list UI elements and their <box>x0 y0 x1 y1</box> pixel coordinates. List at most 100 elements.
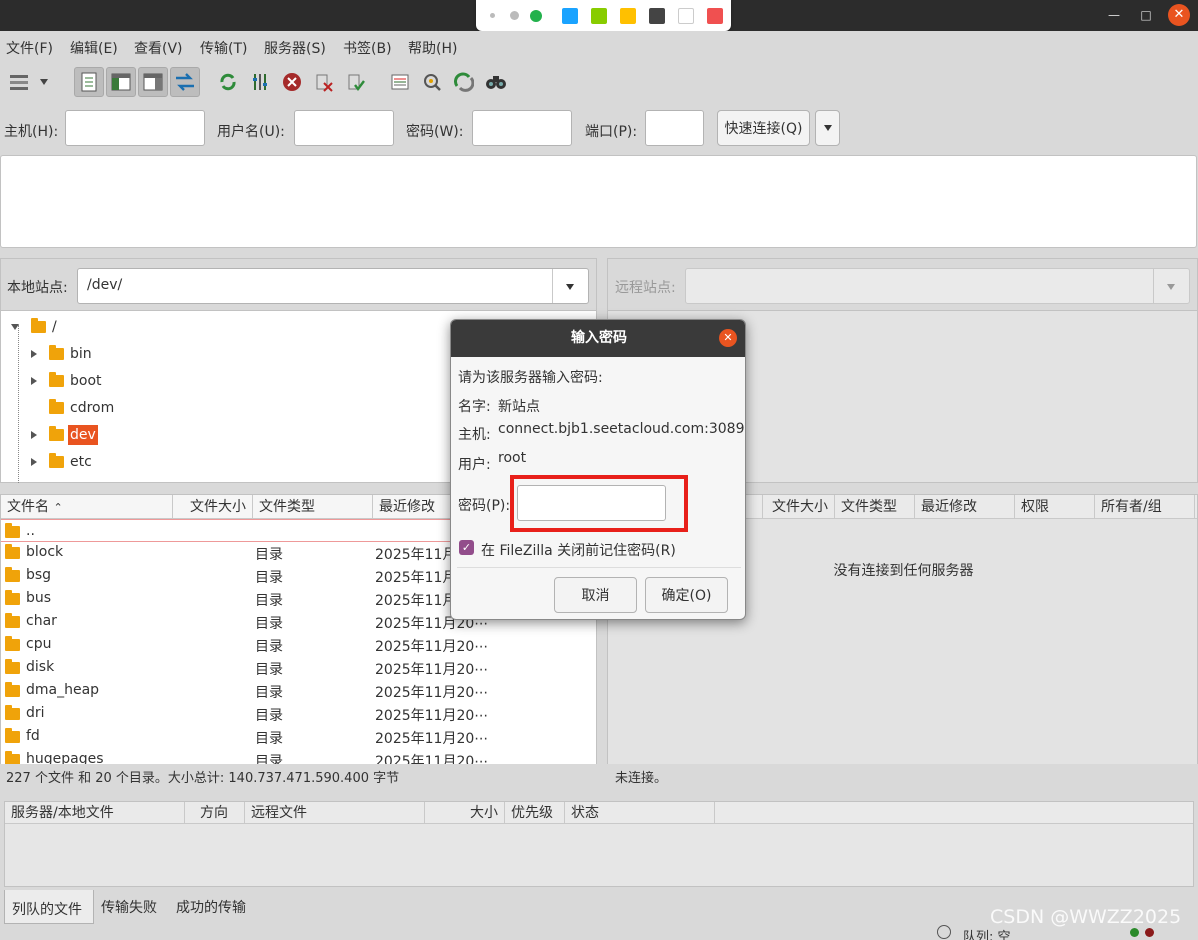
column-filetype[interactable]: 文件类型 <box>835 495 915 519</box>
folder-link-icon <box>5 728 20 743</box>
list-item[interactable]: fd 目录 2025年11月20⋯ <box>1 725 595 748</box>
quickconnect-dropdown-button[interactable] <box>815 110 840 146</box>
queue-header: 服务器/本地文件 方向 远程文件 大小 优先级 状态 <box>5 802 1193 824</box>
column-priority[interactable]: 优先级 <box>505 802 565 824</box>
compare-icon[interactable] <box>385 67 415 97</box>
cancel-button[interactable]: 取消 <box>554 577 637 613</box>
remember-label[interactable]: 在 FileZilla 关闭前记住密码(R) <box>481 540 676 560</box>
menu-edit[interactable]: 编辑(E) <box>70 38 118 58</box>
queue-status: 队列: 空 <box>963 930 1011 940</box>
folder-icon <box>5 544 20 559</box>
column-status[interactable]: 状态 <box>565 802 715 824</box>
color-swatch-6[interactable] <box>707 8 723 24</box>
password-input[interactable] <box>472 110 572 146</box>
cancel-icon[interactable] <box>277 67 307 97</box>
chevron-down-icon[interactable] <box>1167 284 1175 290</box>
menu-file[interactable]: 文件(F) <box>6 38 53 58</box>
small-dot-icon[interactable] <box>490 13 495 18</box>
collapsed-arrow-icon[interactable] <box>31 430 37 439</box>
toolbar <box>0 62 1198 102</box>
column-server-local-file[interactable]: 服务器/本地文件 <box>5 802 185 824</box>
list-item[interactable]: dri 目录 2025年11月20⋯ <box>1 702 595 725</box>
list-item[interactable]: cpu 目录 2025年11月20⋯ <box>1 633 595 656</box>
tab-queued-files[interactable]: 列队的文件 <box>4 890 94 924</box>
disconnect-icon[interactable] <box>309 67 339 97</box>
site-manager-icon[interactable] <box>4 67 34 97</box>
dialog-prompt: 请为该服务器输入密码: <box>458 370 603 386</box>
medium-dot-icon[interactable] <box>510 11 519 20</box>
collapsed-arrow-icon[interactable] <box>31 376 37 385</box>
local-path-combo[interactable]: /dev/ <box>77 268 589 304</box>
tree-item-etc[interactable]: etc <box>31 448 92 475</box>
dropdown-icon[interactable] <box>34 67 54 97</box>
local-status: 227 个文件 和 20 个目录。大小总计: 140.737.471.590.4… <box>0 764 597 786</box>
filter-icon[interactable] <box>245 67 275 97</box>
password-input[interactable] <box>517 485 666 521</box>
local-path-value: /dev/ <box>87 277 123 293</box>
folder-icon <box>5 682 20 697</box>
remember-checkbox[interactable]: ✓ <box>459 540 474 555</box>
folder-icon <box>5 613 20 628</box>
port-input[interactable] <box>645 110 704 146</box>
column-owner[interactable]: 所有者/组 <box>1095 495 1195 519</box>
menu-help[interactable]: 帮助(H) <box>408 38 457 58</box>
reconnect-icon[interactable] <box>341 67 371 97</box>
column-filename[interactable]: 文件名 ⌃ <box>1 495 173 519</box>
transfer-queue: 服务器/本地文件 方向 远程文件 大小 优先级 状态 <box>4 801 1194 887</box>
tab-successful-transfers[interactable]: 成功的传输 <box>176 897 246 917</box>
tree-item-dev[interactable]: dev <box>31 421 98 448</box>
refresh-icon[interactable] <box>213 67 243 97</box>
watermark: CSDN @WWZZ2025 <box>990 906 1182 928</box>
color-swatch-4[interactable] <box>649 8 665 24</box>
close-icon[interactable]: ✕ <box>719 329 737 347</box>
sync-browse-icon[interactable] <box>417 67 447 97</box>
column-direction[interactable]: 方向 <box>185 802 245 824</box>
tab-failed-transfers[interactable]: 传输失败 <box>101 897 157 917</box>
collapsed-arrow-icon[interactable] <box>31 457 37 466</box>
tree-item-bin[interactable]: bin <box>31 340 92 367</box>
menu-bookmarks[interactable]: 书签(B) <box>343 38 392 58</box>
color-swatch-2[interactable] <box>591 8 607 24</box>
color-swatch-3[interactable] <box>620 8 636 24</box>
chevron-down-icon[interactable] <box>566 284 574 290</box>
message-log <box>0 155 1197 248</box>
color-swatch-5[interactable] <box>678 8 694 24</box>
column-permissions[interactable]: 权限 <box>1015 495 1095 519</box>
activity-led-icon <box>1130 928 1139 937</box>
column-filesize[interactable]: 文件大小 <box>173 495 253 519</box>
minimize-icon[interactable]: — <box>1103 4 1125 26</box>
close-icon[interactable]: ✕ <box>1168 4 1190 26</box>
find-icon[interactable] <box>481 67 511 97</box>
column-modified[interactable]: 最近修改 <box>915 495 1015 519</box>
menu-bar: 文件(F) 编辑(E) 查看(V) 传输(T) 服务器(S) 书签(B) 帮助(… <box>0 31 1198 62</box>
menu-view[interactable]: 查看(V) <box>134 38 183 58</box>
color-swatch-1[interactable] <box>562 8 578 24</box>
column-remote-file[interactable]: 远程文件 <box>245 802 425 824</box>
folder-icon <box>49 398 64 414</box>
quickconnect-button[interactable]: 快速连接(Q) <box>717 110 810 146</box>
list-item[interactable]: disk 目录 2025年11月20⋯ <box>1 656 595 679</box>
toggle-remote-tree-icon[interactable] <box>138 67 168 97</box>
search-icon[interactable] <box>449 67 479 97</box>
screenshot-color-toolbar <box>476 0 731 31</box>
remote-path-combo[interactable] <box>685 268 1190 304</box>
list-item[interactable]: dma_heap 目录 2025年11月20⋯ <box>1 679 595 702</box>
tree-item-cdrom[interactable]: cdrom <box>49 394 114 421</box>
host-input[interactable] <box>65 110 205 146</box>
menu-transfer[interactable]: 传输(T) <box>200 38 247 58</box>
ok-button[interactable]: 确定(O) <box>645 577 728 613</box>
expand-arrow-icon[interactable] <box>11 323 19 330</box>
collapsed-arrow-icon[interactable] <box>31 349 37 358</box>
maximize-icon[interactable]: □ <box>1135 4 1157 26</box>
menu-server[interactable]: 服务器(S) <box>264 38 326 58</box>
username-input[interactable] <box>294 110 394 146</box>
column-size[interactable]: 大小 <box>425 802 505 824</box>
large-dot-icon[interactable] <box>530 10 542 22</box>
tree-item-root[interactable]: / <box>11 313 57 340</box>
column-filesize[interactable]: 文件大小 <box>763 495 835 519</box>
column-filetype[interactable]: 文件类型 <box>253 495 373 519</box>
tree-item-boot[interactable]: boot <box>31 367 102 394</box>
toggle-transfer-queue-icon[interactable] <box>170 67 200 97</box>
toggle-log-icon[interactable] <box>74 67 104 97</box>
toggle-local-tree-icon[interactable] <box>106 67 136 97</box>
